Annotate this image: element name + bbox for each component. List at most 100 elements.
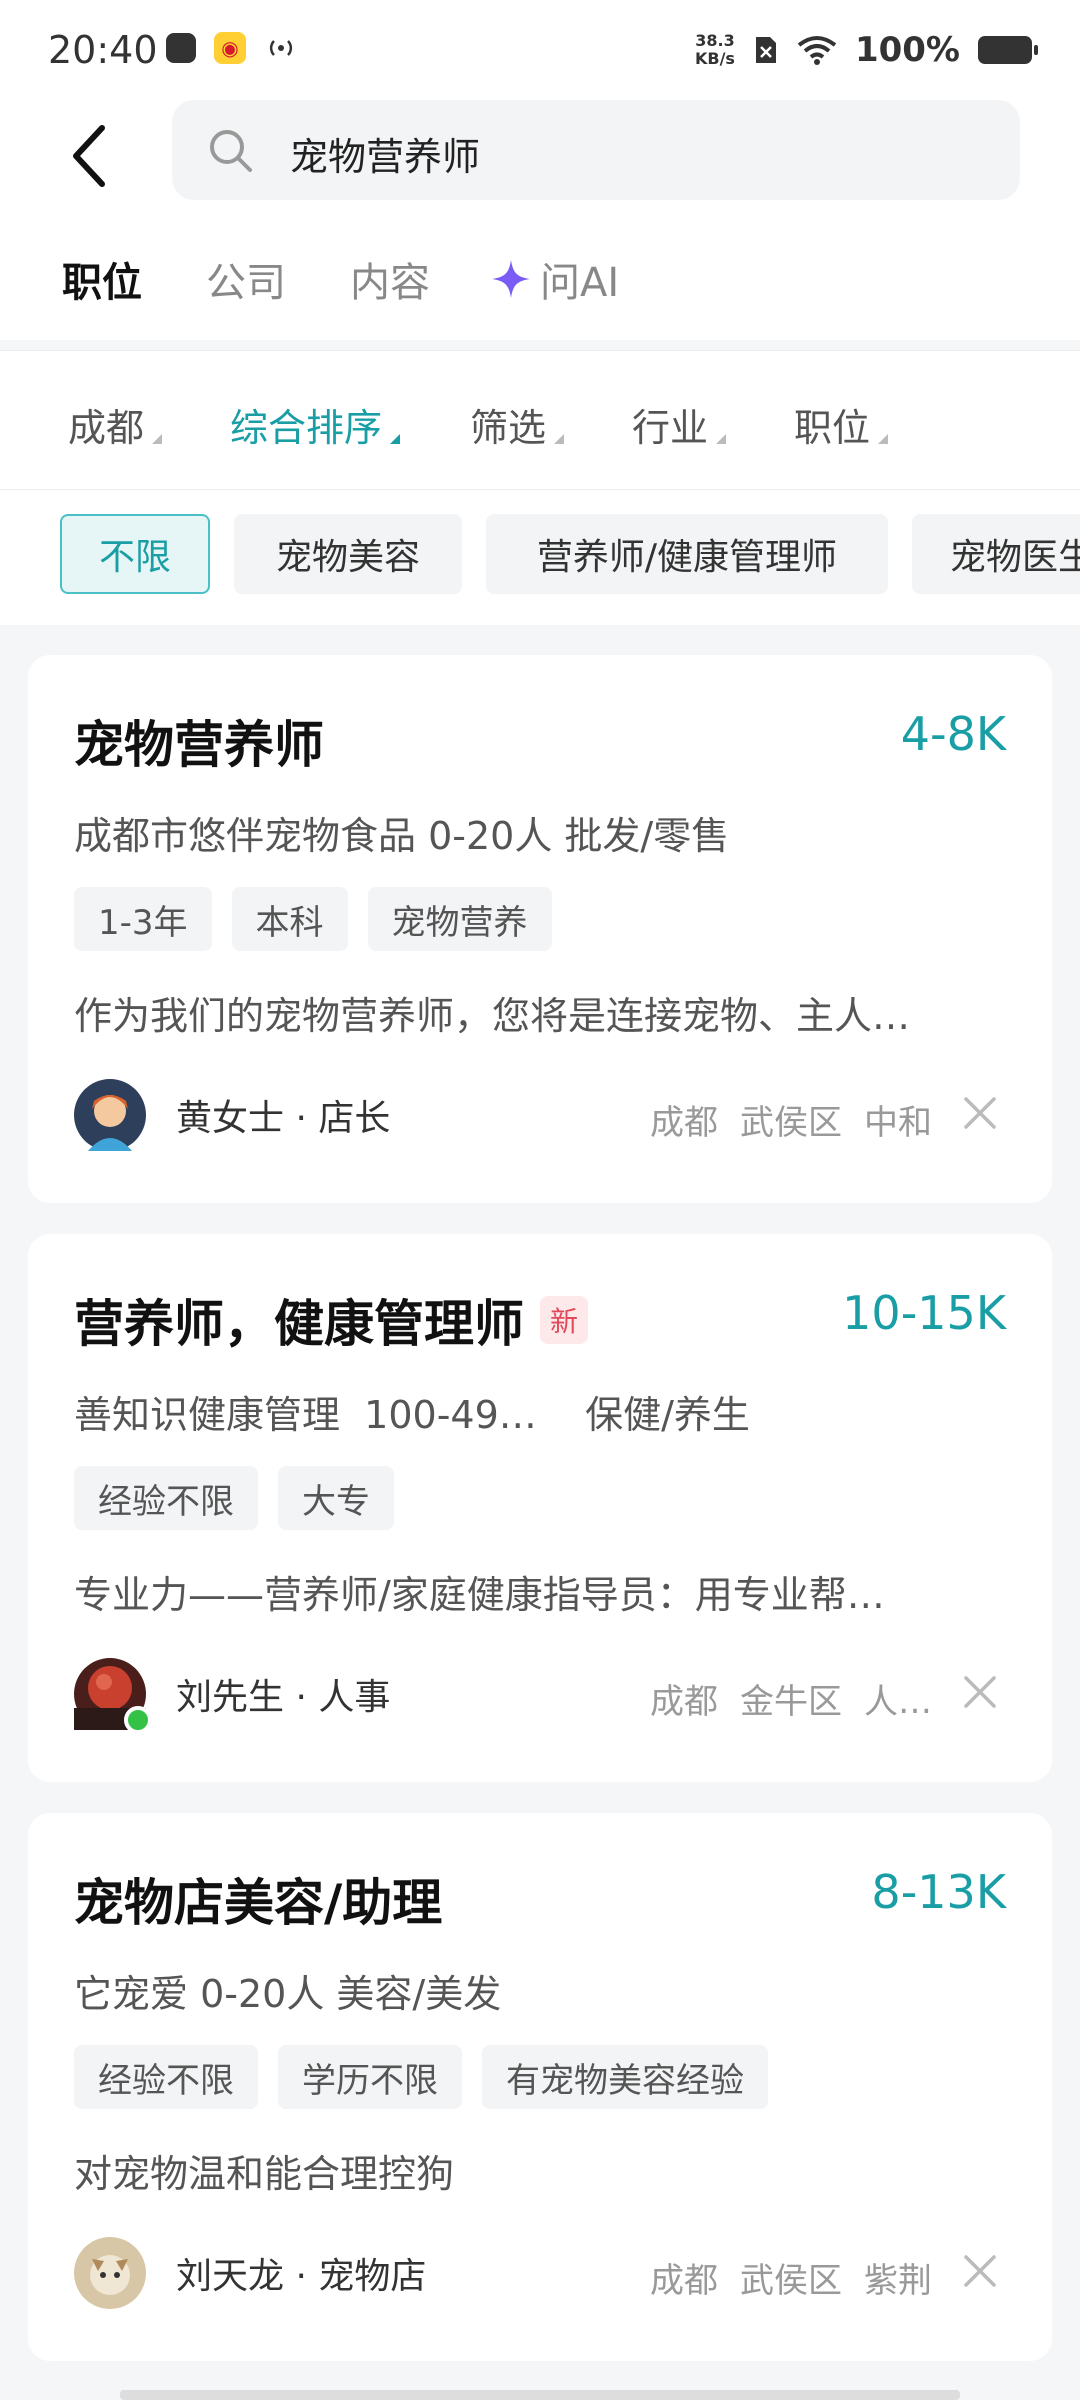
job-tag: 1-3年 [74,887,212,951]
chip-nutritionist[interactable]: 营养师/健康管理师 [486,514,888,594]
job-title-text: 宠物店美容/助理 [74,1874,443,1932]
filter-position-label: 职位 [794,406,871,450]
avatar [74,1079,146,1151]
wifi-icon [797,36,837,65]
recruiter: 黄女士 · 店长 [74,1079,390,1151]
result-tabs: 职位 公司 内容 问AI [0,250,1080,330]
net-speed: 38.3 KB/s [695,32,735,68]
broadcast-icon [269,40,293,56]
recruiter-name: 黄女士 · 店长 [176,1098,391,1139]
job-tag: 经验不限 [74,2045,258,2109]
location-city: 成都 [650,2261,718,2301]
job-card[interactable]: 营养师，健康管理师 新 10-15K 善知识健康管理 100-49… 保健/养生… [28,1234,1052,1782]
recruiter-name: 刘天龙 · 宠物店 [176,2256,427,2297]
filter-position[interactable]: 职位 [794,397,889,452]
job-tags: 1-3年 本科 宠物营养 [74,887,552,951]
job-title-text: 宠物营养师 [74,716,324,774]
job-tag: 学历不限 [278,2045,462,2109]
recruiter: 刘天龙 · 宠物店 [74,2237,426,2309]
location-district: 金牛区 [740,1682,842,1722]
search-query: 宠物营养师 [290,135,481,179]
message-icon [166,33,196,63]
job-tag: 宠物营养 [367,887,552,951]
chip-pet-doctor[interactable]: 宠物医生 [912,514,1080,594]
job-card[interactable]: 宠物店美容/助理 8-13K 它宠爱 0-20人 美容/美发 经验不限 学历不限… [28,1813,1052,2361]
recruiter: 刘先生 · 人事 [74,1658,391,1734]
status-right: 38.3 KB/s 100% [695,30,1038,70]
tab-content[interactable]: 内容 [350,250,430,308]
tab-positions[interactable]: 职位 [62,250,142,308]
search-input[interactable]: 宠物营养师 [172,100,1020,200]
company-info: 善知识健康管理 100-49… 保健/养生 [74,1393,750,1437]
battery-percent: 100% [854,30,960,70]
weibo-icon: ◉ [214,32,246,64]
tab-companies[interactable]: 公司 [206,250,286,308]
back-button[interactable] [50,116,130,196]
job-title: 营养师，健康管理师 新 [74,1284,589,1356]
job-location: 成都 武侯区 紫荆 [650,2253,932,2302]
close-icon[interactable] [960,1093,1000,1133]
filter-bar: 成都 综合排序 筛选 行业 职位 [0,350,1080,490]
sim-off-icon [755,37,776,63]
recruiter-name: 刘先生 · 人事 [176,1677,391,1718]
location-area: 中和 [864,1103,932,1143]
filter-industry-label: 行业 [632,406,709,450]
chevron-left-icon [73,125,105,187]
job-location: 成都 金牛区 人… [650,1674,932,1723]
job-location: 成都 武侯区 中和 [650,1095,932,1144]
status-notification-icons: ◉ [166,32,298,64]
job-salary: 10-15K [842,1286,1006,1340]
job-title-text: 营养师，健康管理师 [74,1295,524,1353]
close-icon[interactable] [960,2251,1000,2291]
job-tag: 经验不限 [74,1466,258,1530]
dropdown-icon [390,434,401,444]
new-badge: 新 [540,1296,589,1344]
filter-screen-label: 筛选 [470,406,547,450]
job-title: 宠物店美容/助理 [74,1863,442,1935]
location-area: 人… [864,1682,932,1722]
avatar [74,2237,146,2309]
online-status-dot [124,1706,152,1734]
filter-industry[interactable]: 行业 [632,397,727,452]
net-speed-unit: KB/s [694,49,735,68]
avatar-image [74,2237,146,2309]
filter-city[interactable]: 成都 [68,397,163,452]
company-info: 成都市悠伴宠物食品 0-20人 批发/零售 [74,814,730,858]
filter-screen[interactable]: 筛选 [470,397,565,452]
avatar-image [74,1079,146,1151]
search-header: 宠物营养师 职位 公司 内容 问AI [0,100,1080,340]
job-card[interactable]: 宠物营养师 4-8K 成都市悠伴宠物食品 0-20人 批发/零售 1-3年 本科… [28,655,1052,1203]
job-tags: 经验不限 大专 [74,1466,394,1530]
chip-unlimited[interactable]: 不限 [60,514,210,594]
filter-sort-label: 综合排序 [230,406,383,450]
battery-icon [978,36,1038,64]
location-area: 紫荆 [864,2261,932,2301]
tab-ask-ai-label: 问AI [540,260,620,306]
location-district: 武侯区 [740,1103,842,1143]
search-icon [210,130,252,172]
ai-star-icon [492,260,530,298]
dropdown-icon [554,434,565,444]
job-tag: 本科 [231,887,348,951]
job-tag: 有宠物美容经验 [482,2045,768,2109]
status-bar: 20:40 ◉ 38.3 KB/s 100% [0,0,1080,100]
job-description: 专业力——营养师/家庭健康指导员：用专业帮… [74,1573,885,1617]
job-tags: 经验不限 学历不限 有宠物美容经验 [74,2045,768,2109]
job-title: 宠物营养师 [74,705,324,777]
next-card-peek [120,2390,960,2400]
chip-pet-grooming[interactable]: 宠物美容 [234,514,462,594]
location-city: 成都 [650,1682,718,1722]
job-salary: 8-13K [871,1865,1006,1919]
tab-ask-ai[interactable]: 问AI [490,250,619,308]
dropdown-icon [716,434,727,444]
close-icon[interactable] [960,1672,1000,1712]
category-chips: 不限 宠物美容 营养师/健康管理师 宠物医生 [0,490,1080,625]
status-time: 20:40 [48,28,158,72]
job-description: 对宠物温和能合理控狗 [74,2152,455,2196]
dropdown-icon [878,434,889,444]
filter-sort[interactable]: 综合排序 [230,397,401,452]
filter-city-label: 成都 [68,406,145,450]
job-salary: 4-8K [900,707,1006,761]
avatar [74,1658,152,1734]
location-city: 成都 [650,1103,718,1143]
